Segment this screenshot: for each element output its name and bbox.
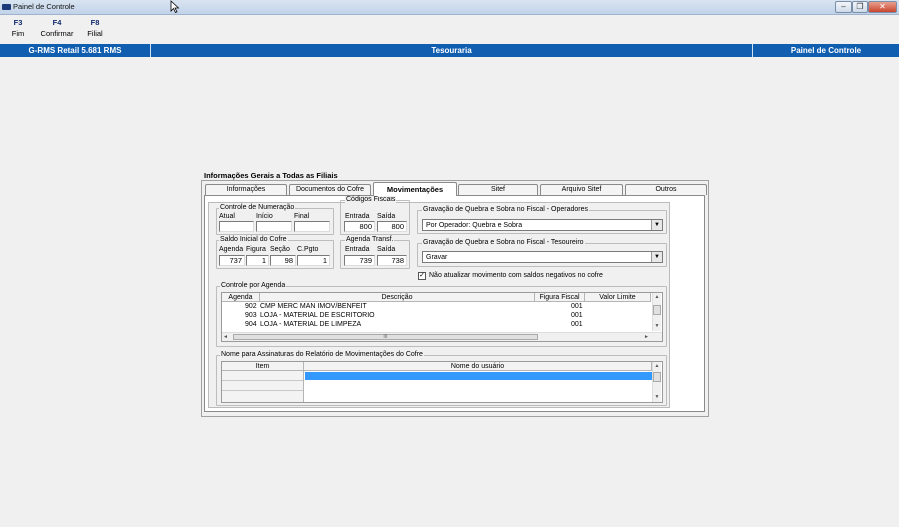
selected-row[interactable] [305, 372, 652, 380]
column-header-agenda[interactable]: Agenda [222, 293, 260, 302]
select-value: Por Operador: Quebra e Sobra [426, 222, 523, 229]
mouse-cursor-icon [170, 0, 180, 13]
column-header-descricao[interactable]: Descrição [260, 293, 535, 302]
item-column [222, 371, 304, 402]
entrada-label: Entrada [345, 213, 370, 220]
transf-saida-field[interactable]: 738 [377, 255, 407, 266]
nao-atualizar-checkbox[interactable]: ✓ [418, 272, 426, 280]
status-screen: Painel de Controle [790, 46, 862, 55]
entrada-label: Entrada [345, 246, 370, 253]
scroll-thumb[interactable]: III [233, 334, 538, 340]
scroll-down-icon[interactable]: ▼ [653, 393, 661, 401]
chevron-down-icon[interactable]: ▼ [651, 252, 662, 262]
scroll-up-icon[interactable]: ▲ [653, 293, 661, 301]
descricao-cell: LOJA - MATERIAL DE ESCRITORIO [260, 312, 375, 319]
final-field[interactable] [294, 221, 330, 232]
group-label: Agenda Transf. [345, 236, 395, 244]
figura-cell: 001 [571, 303, 583, 310]
figura-cell: 001 [571, 321, 583, 328]
figura-label: Figura [246, 246, 266, 253]
key-label: F4 [52, 18, 62, 27]
group-label: Saldo Inicial do Cofre [219, 236, 288, 244]
select-value: Gravar [426, 254, 448, 261]
agenda-horizontal-scrollbar[interactable]: ◄ III ► [222, 332, 662, 341]
agenda-cell: 902 [245, 303, 257, 310]
scroll-up-icon[interactable]: ▲ [653, 362, 661, 370]
group-label: Controle por Agenda [220, 282, 287, 290]
chevron-down-icon[interactable]: ▼ [651, 220, 662, 230]
scroll-right-icon[interactable]: ► [644, 333, 649, 342]
saldo-agenda-field[interactable]: 737 [219, 255, 245, 266]
filial-button[interactable]: F8 Filial [80, 18, 110, 39]
inicio-label: Início [256, 213, 273, 220]
status-module: Tesouraria [151, 44, 753, 57]
codigo-entrada-field[interactable]: 800 [344, 221, 375, 232]
tab-margin [670, 202, 704, 408]
toolbar [0, 15, 899, 43]
descricao-cell: LOJA - MATERIAL DE LIMPEZA [260, 321, 362, 328]
column-header-item[interactable]: Item [222, 362, 304, 371]
table-row[interactable] [222, 381, 303, 391]
app-icon [2, 4, 11, 10]
agenda-cell: 903 [245, 312, 257, 319]
scroll-left-icon[interactable]: ◄ [223, 333, 228, 342]
gravacao-tesoureiro-select[interactable]: Gravar ▼ [422, 251, 663, 263]
restore-button[interactable]: ❐ [852, 1, 868, 13]
descricao-cell: CMP MERC MAN IMOV/BENFEIT [260, 303, 367, 310]
button-label: Fim [11, 29, 25, 38]
group-label: Gravação de Quebra e Sobra no Fiscal - O… [422, 206, 589, 214]
saldo-cpgto-field[interactable]: 1 [297, 255, 330, 266]
scroll-down-icon[interactable]: ▼ [653, 322, 661, 330]
column-header-figura-fiscal[interactable]: Figura Fiscal [535, 293, 585, 302]
secao-label: Seção [270, 246, 290, 253]
figura-cell: 001 [571, 312, 583, 319]
confirmar-button[interactable]: F4 Confirmar [35, 18, 79, 39]
tab-outros[interactable]: Outros [625, 184, 707, 195]
minimize-button[interactable]: – [835, 1, 852, 13]
transf-entrada-field[interactable]: 739 [344, 255, 375, 266]
saida-label: Saída [377, 246, 396, 253]
column-header-valor-limite[interactable]: Valor Limite [585, 293, 651, 302]
assinaturas-vertical-scrollbar[interactable]: ▲ ▼ [652, 362, 661, 402]
tab-documentos-cofre[interactable]: Documentos do Cofre [289, 184, 371, 195]
close-button[interactable]: ✕ [868, 1, 897, 13]
group-label: Controle de Numeração [219, 204, 296, 212]
gravacao-operadores-select[interactable]: Por Operador: Quebra e Sobra ▼ [422, 219, 663, 231]
scroll-thumb[interactable] [653, 305, 661, 315]
agenda-cell: 904 [245, 321, 257, 328]
saldo-figura-field[interactable]: 1 [246, 255, 269, 266]
panel-title: Informações Gerais a Todas as Filiais [204, 171, 338, 180]
atual-label: Atual [219, 213, 235, 220]
key-label: F3 [13, 18, 23, 27]
final-label: Final [294, 213, 310, 220]
status-bar: G-RMS Retail 5.681 RMS Tesouraria Painel… [0, 44, 899, 57]
tab-arquivo-sitef[interactable]: Arquivo Sitef [540, 184, 623, 195]
scroll-thumb[interactable] [653, 372, 661, 382]
window-title: Painel de Controle [13, 2, 75, 11]
button-label: Confirmar [40, 29, 74, 38]
column-header-nome-usuario[interactable]: Nome do usuário [304, 362, 652, 371]
atual-field[interactable] [219, 221, 254, 232]
key-label: F8 [90, 18, 100, 27]
saida-label: Saída [377, 213, 396, 220]
cpgto-label: C.Pgto [297, 246, 319, 253]
agenda-label: Agenda [219, 246, 244, 253]
status-system: G-RMS Retail 5.681 RMS [0, 44, 151, 57]
group-label: Gravação de Quebra e Sobra no Fiscal - T… [422, 239, 585, 247]
codigo-saida-field[interactable]: 800 [377, 221, 407, 232]
tab-informacoes[interactable]: Informações [205, 184, 287, 195]
tab-sitef[interactable]: Sitef [458, 184, 538, 195]
title-bar [0, 0, 899, 15]
saldo-secao-field[interactable]: 98 [270, 255, 296, 266]
agenda-vertical-scrollbar[interactable]: ▲ ▼ [652, 293, 661, 331]
table-row[interactable] [222, 371, 303, 381]
group-label: Códigos Fiscais [345, 196, 397, 204]
fim-button[interactable]: F3 Fim [3, 18, 33, 39]
button-label: Filial [87, 29, 103, 38]
tab-movimentacoes[interactable]: Movimentações [373, 182, 457, 196]
checkbox-label: Não atualizar movimento com saldos negat… [429, 272, 603, 279]
inicio-field[interactable] [256, 221, 292, 232]
group-label: Nome para Assinaturas do Relatório de Mo… [220, 351, 424, 359]
